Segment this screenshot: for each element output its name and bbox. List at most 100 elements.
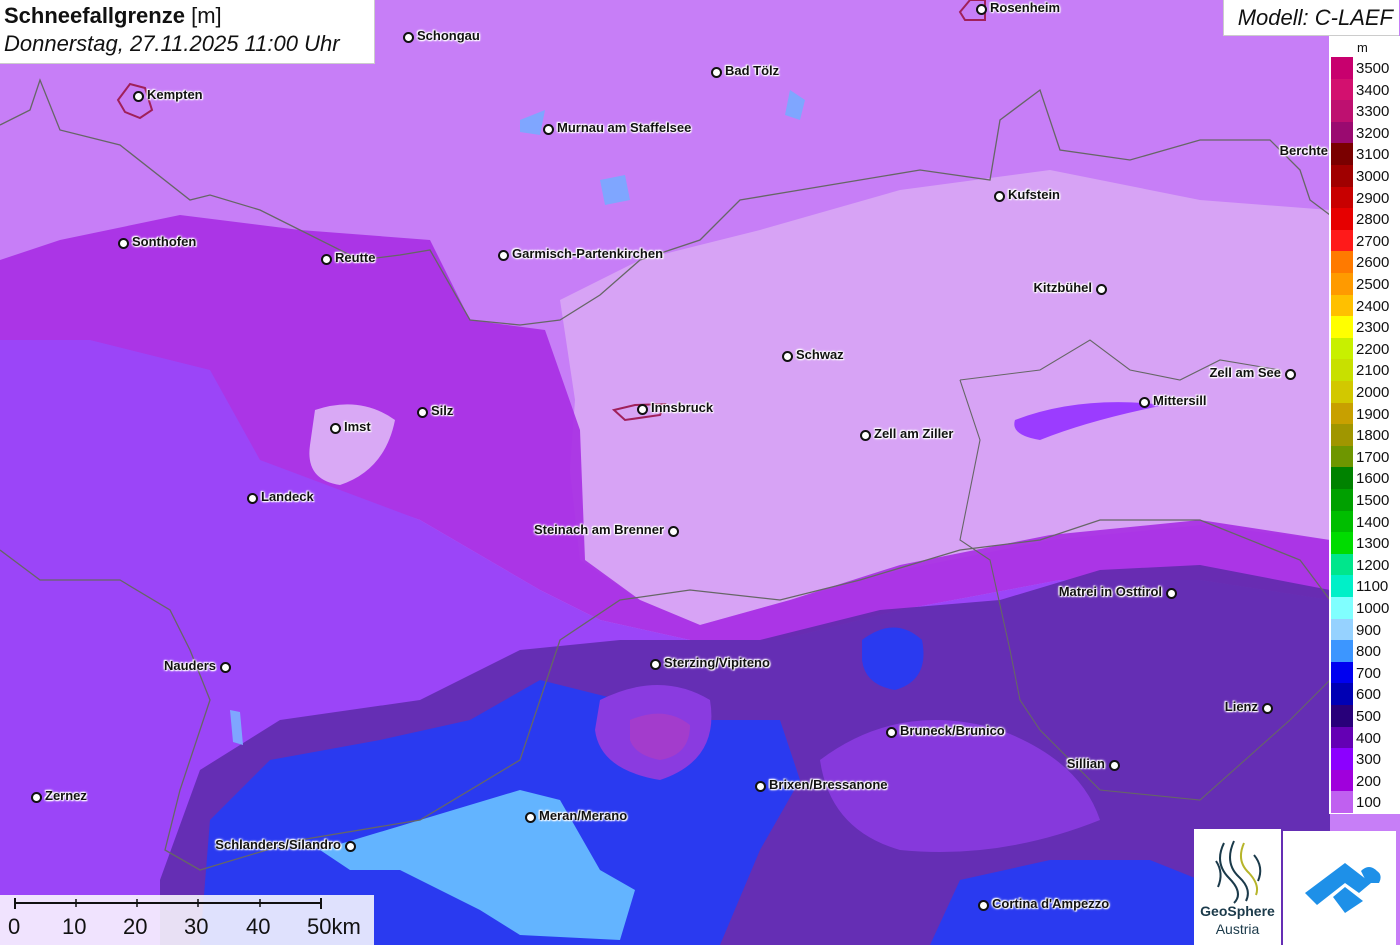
legend-row: 2400 [1329, 294, 1400, 317]
legend-label: 1200 [1356, 556, 1390, 574]
city-label: Silz [431, 403, 454, 418]
city-label: Schlanders/Silandro [215, 837, 341, 852]
legend-row: 1700 [1329, 445, 1400, 468]
legend-swatch [1331, 575, 1353, 597]
geosphere-country: Austria [1215, 921, 1260, 937]
model-panel: Modell: C-LAEF [1223, 0, 1399, 36]
scale-label: 10 [62, 914, 87, 939]
legend-swatch [1331, 510, 1353, 533]
legend-swatch [1331, 618, 1353, 641]
legend-swatch [1331, 705, 1353, 727]
city-label: Zell am Ziller [874, 426, 954, 441]
legend-swatch [1331, 402, 1353, 425]
legend-row: 3500 [1329, 57, 1400, 79]
legend-swatch [1331, 424, 1353, 446]
city-marker-icon [975, 3, 987, 15]
geosphere-swirl-icon [1215, 840, 1262, 904]
city-marker-icon [1095, 283, 1107, 295]
legend-row: 3200 [1329, 121, 1400, 144]
legend-label: 100 [1356, 794, 1382, 812]
model-label: Modell: C-LAEF [1237, 5, 1393, 30]
scale-label: 0 [8, 914, 21, 939]
legend-label: 300 [1356, 751, 1382, 769]
scale-bar: 0 10 20 30 40 50km [0, 895, 374, 945]
city-label: Mittersill [1153, 393, 1207, 408]
legend-row: 2300 [1329, 316, 1400, 338]
legend-swatch [1331, 78, 1353, 101]
legend-label: 400 [1356, 729, 1382, 747]
city-marker-icon [977, 899, 989, 911]
city-label: Kempten [147, 87, 203, 102]
city-marker-icon [329, 422, 341, 434]
city-label: Sillian [1066, 756, 1105, 771]
legend-swatch [1331, 121, 1353, 144]
legend-row: 1500 [1329, 489, 1400, 511]
legend-swatch [1331, 489, 1353, 511]
snowline-map[interactable] [0, 0, 1400, 945]
legend-label: 1800 [1356, 427, 1390, 445]
legend-label: 1500 [1356, 492, 1390, 509]
legend-swatch [1331, 273, 1353, 295]
city-label: Reutte [335, 250, 376, 265]
legend-swatch [1331, 726, 1353, 749]
city-marker-icon [754, 780, 766, 792]
map-title-unit: [m] [191, 3, 222, 28]
color-legend: m 3500 3400 3300 3200 3100 3000 2900 2800 2700 26… [1329, 36, 1400, 814]
city-marker-icon [1165, 587, 1177, 599]
legend-label: 2100 [1356, 362, 1390, 380]
weather-app-logo[interactable] [1283, 831, 1396, 945]
legend-label: 1000 [1356, 600, 1390, 617]
legend-row: 1000 [1329, 597, 1400, 619]
legend-swatch [1331, 769, 1353, 792]
city-marker-icon [219, 661, 231, 673]
legend-row: 1600 [1329, 467, 1400, 489]
legend-swatch [1331, 553, 1353, 576]
legend-label: 1300 [1356, 535, 1390, 553]
legend-row: 3300 [1329, 100, 1400, 122]
legend-swatch [1331, 208, 1353, 230]
legend-swatch [1331, 597, 1353, 619]
legend-row: 900 [1329, 618, 1400, 641]
city-label: Steinach am Brenner [533, 522, 664, 537]
scale-label: 20 [123, 914, 148, 939]
legend-label: 2500 [1356, 276, 1390, 293]
legend-row: 2100 [1329, 359, 1400, 381]
legend-label: 1900 [1356, 405, 1390, 423]
geosphere-logo[interactable]: GeoSphere Austria [1194, 829, 1281, 945]
legend-swatch [1331, 748, 1353, 770]
city-label: Lienz [1224, 699, 1258, 714]
legend-row: 3000 [1329, 165, 1400, 187]
legend-swatch [1331, 791, 1353, 813]
city-marker-icon [859, 429, 871, 441]
legend-label: 3200 [1356, 124, 1390, 142]
city-marker-icon [636, 403, 648, 415]
geosphere-name: GeoSphere [1200, 903, 1275, 919]
legend-label: 2300 [1356, 319, 1390, 337]
city-marker-icon [710, 66, 722, 78]
legend-row: 1400 [1329, 510, 1400, 533]
cloud-arrow-icon [1305, 863, 1381, 913]
city-marker-icon [246, 492, 258, 504]
city-label: Bruneck/Brunico [900, 723, 1005, 738]
legend-row: 2500 [1329, 273, 1400, 295]
legend-swatch [1331, 229, 1353, 252]
title-panel: Schneefallgrenze [m] Donnerstag, 27.11.2… [0, 0, 375, 64]
city-label: Rosenheim [990, 0, 1061, 15]
city-label: Garmisch-Partenkirchen [512, 246, 664, 261]
legend-swatch [1331, 640, 1353, 662]
scale-label: 30 [184, 914, 209, 939]
legend-row: 300 [1329, 748, 1400, 770]
legend-row: 2200 [1329, 337, 1400, 360]
legend-swatch [1331, 532, 1353, 554]
legend-label: 2900 [1356, 189, 1390, 207]
legend-label: 800 [1356, 643, 1382, 661]
legend-swatch [1331, 337, 1353, 360]
city-label: Sterzing/Vipiteno [664, 655, 770, 670]
legend-row: 1800 [1329, 424, 1400, 446]
scale-label: 50km [307, 914, 361, 939]
city-label: Bad Tölz [725, 63, 780, 78]
legend-row: 2600 [1329, 251, 1400, 273]
city-label: Berchte [1279, 143, 1328, 158]
city-marker-icon [667, 525, 679, 537]
legend-label: 700 [1356, 664, 1382, 682]
